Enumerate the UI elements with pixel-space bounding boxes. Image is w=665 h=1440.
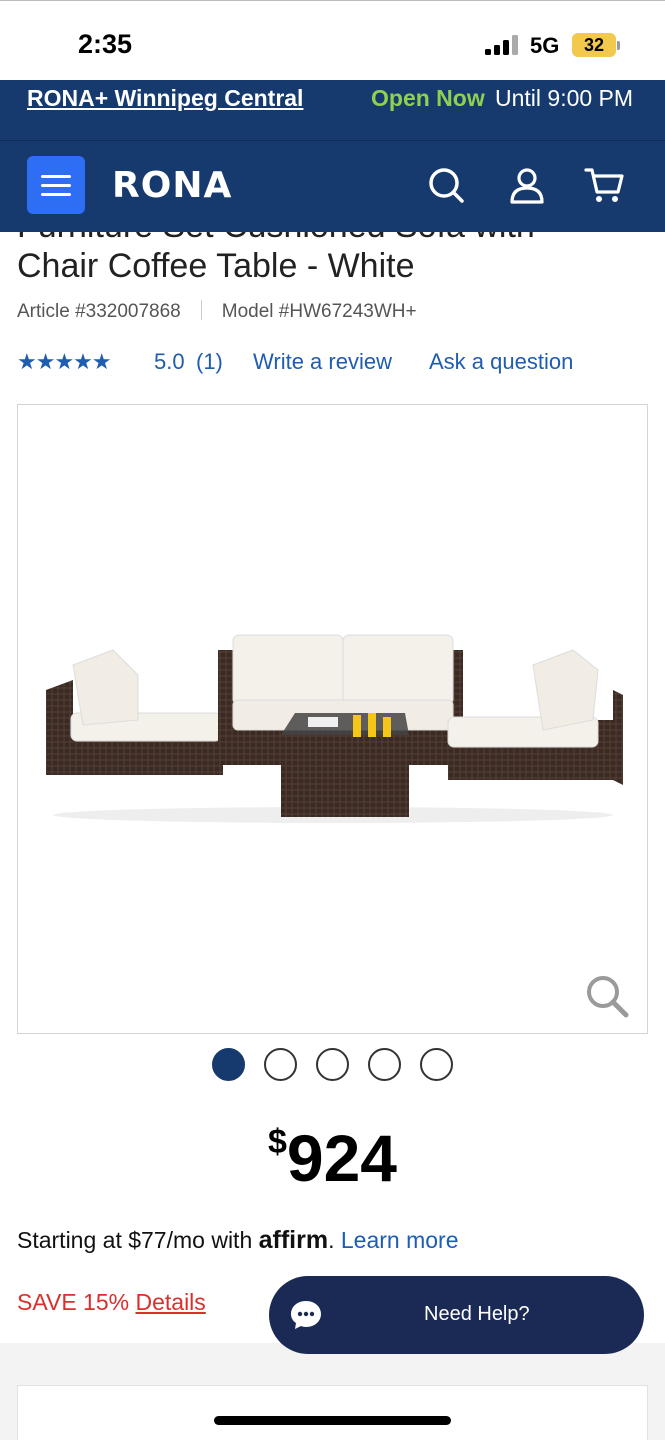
affirm-logo: affirm <box>258 1226 329 1254</box>
rona-logo[interactable]: RONA <box>112 165 232 206</box>
carousel-dot-2[interactable] <box>264 1048 297 1081</box>
menu-button[interactable] <box>27 156 85 214</box>
write-review-link[interactable]: Write a review <box>253 349 392 375</box>
ask-question-link[interactable]: Ask a question <box>429 349 573 375</box>
nav-bar: RONA <box>0 140 665 232</box>
rating-row: ★★★★★ 5.0 (1) Write a review Ask a quest… <box>17 349 573 375</box>
product-meta: Article #332007868 Model #HW67243WH+ <box>17 300 417 323</box>
financing-period: . <box>328 1227 335 1253</box>
zoom-icon[interactable] <box>584 973 630 1019</box>
store-hours: Until 9:00 PM <box>495 85 634 111</box>
signal-icon <box>485 35 521 55</box>
cart-icon[interactable] <box>584 165 624 205</box>
home-indicator[interactable] <box>214 1416 451 1425</box>
open-status: Open Now <box>371 85 485 111</box>
financing-line: Starting at $77/mo with affirm. Learn mo… <box>17 1226 459 1255</box>
need-help-label: Need Help? <box>424 1303 530 1325</box>
article-number: Article #332007868 <box>17 301 181 322</box>
status-bar: 2:35 5G 32 <box>0 0 665 80</box>
carousel-dot-5[interactable] <box>420 1048 453 1081</box>
financing-text: Starting at $77/mo with <box>17 1227 259 1253</box>
search-icon[interactable] <box>426 165 466 205</box>
carousel-dot-1[interactable] <box>212 1048 245 1081</box>
network-label: 5G <box>530 33 560 58</box>
store-name-link[interactable]: RONA+ Winnipeg Central <box>27 85 303 112</box>
battery-nub <box>617 41 620 50</box>
carousel-dot-4[interactable] <box>368 1048 401 1081</box>
price: $924 <box>0 1120 665 1196</box>
details-link[interactable]: Details <box>135 1289 205 1315</box>
title-line-2: Chair Coffee Table - White <box>17 247 415 285</box>
rating-value[interactable]: 5.0 <box>154 349 185 375</box>
save-badge: SAVE 15% Details <box>17 1289 206 1316</box>
learn-more-link[interactable]: Learn more <box>341 1227 459 1253</box>
review-count[interactable]: (1) <box>196 349 223 375</box>
store-bar: RONA+ Winnipeg Central Open Now Until 9:… <box>0 80 665 140</box>
product-image <box>46 634 623 823</box>
price-currency: $ <box>267 1123 287 1161</box>
bottom-card <box>17 1385 648 1440</box>
product-title: Furniture Set Cushioned Sofa with Chair … <box>17 232 657 292</box>
product-image-frame[interactable] <box>17 404 648 1034</box>
star-rating-icon[interactable]: ★★★★★ <box>17 349 112 374</box>
chat-icon <box>291 1301 321 1329</box>
model-number: Model #HW67243WH+ <box>221 301 417 322</box>
account-icon[interactable] <box>507 165 547 205</box>
battery-icon: 32 <box>572 33 616 57</box>
save-text: SAVE 15% <box>17 1289 136 1315</box>
title-line-1: Furniture Set Cushioned Sofa with <box>17 232 535 246</box>
carousel-dot-3[interactable] <box>316 1048 349 1081</box>
status-time: 2:35 <box>78 29 133 59</box>
price-amount: 924 <box>286 1121 398 1195</box>
meta-divider <box>200 300 202 320</box>
need-help-button[interactable]: Need Help? <box>269 1276 644 1354</box>
